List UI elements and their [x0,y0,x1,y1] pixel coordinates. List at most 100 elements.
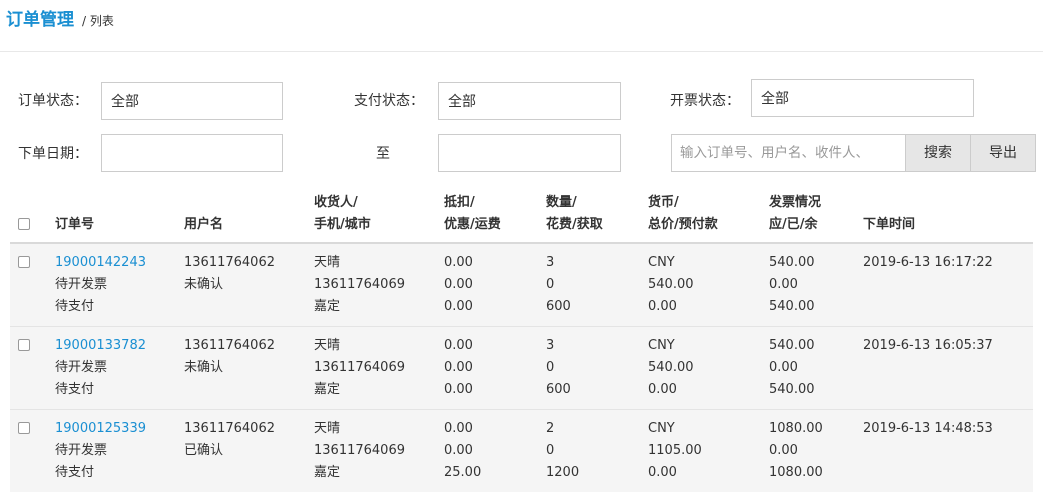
header-receiver-line2: 手机/城市 [314,217,371,232]
export-button[interactable]: 导出 [970,134,1036,172]
search-input[interactable] [671,134,906,172]
total-value: 540.00 [648,277,694,292]
select-all-checkbox[interactable] [18,218,30,230]
invoice-cell: 540.00 0.00 540.00 [769,252,815,318]
deduct-value: 0.00 [444,338,473,353]
qty-value: 3 [546,255,555,270]
user-name: 13611764062 [184,338,275,353]
currency-value: CNY [648,421,675,436]
invoice-left: 1080.00 [769,465,823,480]
deduct-value: 0.00 [444,421,473,436]
pay-state: 待支付 [55,465,95,480]
discount-value: 0.00 [444,360,473,375]
invoice-status-label: 开票状态： [670,93,740,109]
orders-table: 订单号 用户名 收货人/ 手机/城市 抵扣/ 优惠/运费 数量/ 花费/获取 货… [10,186,1033,492]
order-time: 2019-6-13 16:05:37 [863,338,993,353]
freight-value: 25.00 [444,465,482,480]
table-row: 19000125339 待开发票 待支付 13611764062 已确认 天晴 … [10,410,1033,492]
invoice-left: 540.00 [769,382,815,397]
invoice-done: 0.00 [769,443,798,458]
qty-value: 2 [546,421,555,436]
invoice-due: 540.00 [769,338,815,353]
qty-value: 3 [546,338,555,353]
row-checkbox[interactable] [18,339,30,351]
currency-cell: CNY 1105.00 0.00 [648,418,702,484]
user-cell: 13611764062 未确认 [184,252,275,296]
row-checkbox[interactable] [18,422,30,434]
qty-cell: 3 0 600 [546,252,571,318]
receiver-name: 天晴 [314,338,341,353]
header-order-no: 订单号 [55,217,95,232]
invoice-cell: 1080.00 0.00 1080.00 [769,418,823,484]
invoice-state: 待开发票 [55,277,108,292]
invoice-done: 0.00 [769,277,798,292]
date-to-input[interactable] [438,134,621,172]
table-row: 19000142243 待开发票 待支付 13611764062 未确认 天晴 … [10,244,1033,327]
confirm-state: 未确认 [184,360,224,375]
deduct-cell: 0.00 0.00 0.00 [444,335,473,401]
date-to-label: 至 [376,146,390,162]
spend-value: 0 [546,443,555,458]
breadcrumb: / 列表 [82,14,114,28]
invoice-due: 540.00 [769,255,815,270]
qty-cell: 3 0 600 [546,335,571,401]
invoice-due: 1080.00 [769,421,823,436]
receiver-phone: 13611764069 [314,360,405,375]
header-invoice-line1: 发票情况 [769,195,822,210]
earn-value: 600 [546,382,571,397]
discount-value: 0.00 [444,277,473,292]
receiver-name: 天晴 [314,421,341,436]
table-header: 订单号 用户名 收货人/ 手机/城市 抵扣/ 优惠/运费 数量/ 花费/获取 货… [10,186,1033,244]
currency-cell: CNY 540.00 0.00 [648,252,694,318]
header-currency-line1: 货币/ [648,195,679,210]
deduct-cell: 0.00 0.00 0.00 [444,252,473,318]
header-currency-line2: 总价/预付款 [648,217,718,232]
order-date-label: 下单日期： [18,146,88,162]
invoice-status-select[interactable] [751,79,974,117]
header-qty-line2: 花费/获取 [546,217,603,232]
page-header: 订单管理 / 列表 [0,0,1043,52]
user-name: 13611764062 [184,255,275,270]
pay-state: 待支付 [55,299,95,314]
receiver-city: 嘉定 [314,382,341,397]
header-deduct-line2: 优惠/运费 [444,217,501,232]
order-number-link[interactable]: 19000133782 [55,335,146,357]
user-cell: 13611764062 已确认 [184,418,275,462]
order-status-select[interactable] [101,82,283,120]
page-title: 订单管理 [6,10,74,30]
header-invoice-line2: 应/已/余 [769,217,818,232]
prepaid-value: 0.00 [648,382,677,397]
order-number-link[interactable]: 19000142243 [55,252,146,274]
earn-value: 600 [546,299,571,314]
spend-value: 0 [546,277,555,292]
deduct-value: 0.00 [444,255,473,270]
prepaid-value: 0.00 [648,299,677,314]
freight-value: 0.00 [444,382,473,397]
pay-state: 待支付 [55,382,95,397]
invoice-state: 待开发票 [55,443,108,458]
receiver-cell: 天晴 13611764069 嘉定 [314,418,405,484]
deduct-cell: 0.00 0.00 25.00 [444,418,481,484]
invoice-state: 待开发票 [55,360,108,375]
header-qty-line1: 数量/ [546,195,577,210]
pay-status-select[interactable] [438,82,621,120]
order-number-link[interactable]: 19000125339 [55,418,146,440]
row-checkbox[interactable] [18,256,30,268]
confirm-state: 未确认 [184,277,224,292]
receiver-cell: 天晴 13611764069 嘉定 [314,252,405,318]
currency-value: CNY [648,255,675,270]
header-user: 用户名 [184,217,224,232]
spend-value: 0 [546,360,555,375]
receiver-city: 嘉定 [314,465,341,480]
header-deduct-line1: 抵扣/ [444,195,475,210]
total-value: 1105.00 [648,443,702,458]
receiver-phone: 13611764069 [314,277,405,292]
total-value: 540.00 [648,360,694,375]
user-name: 13611764062 [184,421,275,436]
receiver-phone: 13611764069 [314,443,405,458]
invoice-left: 540.00 [769,299,815,314]
header-order-time: 下单时间 [863,217,916,232]
search-button[interactable]: 搜索 [905,134,971,172]
receiver-name: 天晴 [314,255,341,270]
date-from-input[interactable] [101,134,283,172]
